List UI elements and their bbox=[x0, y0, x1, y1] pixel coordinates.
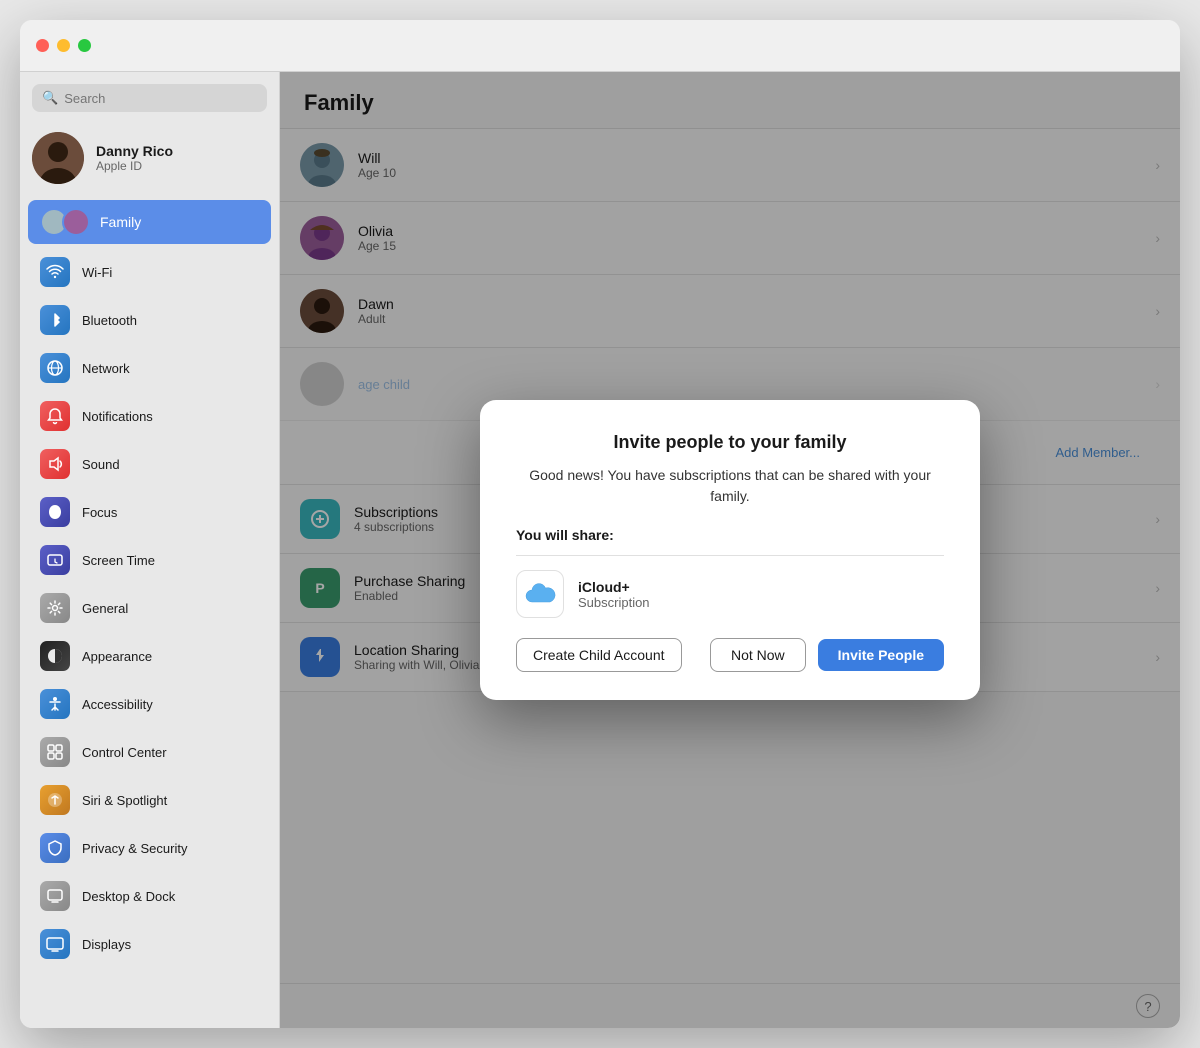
modal-title: Invite people to your family bbox=[516, 432, 944, 453]
sidebar-item-siri-label: Siri & Spotlight bbox=[82, 793, 167, 808]
sidebar-item-screentime[interactable]: Screen Time bbox=[28, 537, 271, 583]
search-icon: 🔍 bbox=[42, 90, 58, 106]
not-now-button[interactable]: Not Now bbox=[710, 638, 806, 672]
modal-share-label: You will share: bbox=[516, 527, 944, 543]
modal-divider bbox=[516, 555, 944, 556]
sidebar-item-accessibility-label: Accessibility bbox=[82, 697, 153, 712]
privacy-icon bbox=[40, 833, 70, 863]
minimize-button[interactable] bbox=[57, 39, 70, 52]
displays-icon bbox=[40, 929, 70, 959]
title-bar bbox=[20, 20, 1180, 72]
traffic-lights bbox=[36, 39, 91, 52]
controlcenter-icon bbox=[40, 737, 70, 767]
desktop-icon bbox=[40, 881, 70, 911]
main-window: 🔍 Danny Rico Apple ID bbox=[20, 20, 1180, 1028]
icloud-icon bbox=[516, 570, 564, 618]
modal-actions: Create Child Account Not Now Invite Peop… bbox=[516, 638, 944, 672]
sidebar-item-focus-label: Focus bbox=[82, 505, 117, 520]
sidebar-item-general[interactable]: General bbox=[28, 585, 271, 631]
search-input[interactable] bbox=[64, 91, 257, 106]
sidebar-item-privacy-label: Privacy & Security bbox=[82, 841, 187, 856]
sidebar-item-privacy[interactable]: Privacy & Security bbox=[28, 825, 271, 871]
sidebar-item-desktop-label: Desktop & Dock bbox=[82, 889, 175, 904]
sidebar: 🔍 Danny Rico Apple ID bbox=[20, 72, 280, 1028]
avatar bbox=[32, 132, 84, 184]
siri-icon bbox=[40, 785, 70, 815]
sidebar-item-focus[interactable]: Focus bbox=[28, 489, 271, 535]
notifications-icon bbox=[40, 401, 70, 431]
sidebar-item-controlcenter-label: Control Center bbox=[82, 745, 167, 760]
sidebar-item-screentime-label: Screen Time bbox=[82, 553, 155, 568]
sidebar-item-wifi[interactable]: Wi-Fi bbox=[28, 249, 271, 295]
user-profile[interactable]: Danny Rico Apple ID bbox=[20, 124, 279, 192]
sidebar-item-displays[interactable]: Displays bbox=[28, 921, 271, 967]
sidebar-item-bluetooth-label: Bluetooth bbox=[82, 313, 137, 328]
accessibility-icon bbox=[40, 689, 70, 719]
family-avatar-stack bbox=[40, 208, 90, 236]
share-item-info: iCloud+ Subscription bbox=[578, 579, 650, 610]
bluetooth-icon bbox=[40, 305, 70, 335]
create-child-account-button[interactable]: Create Child Account bbox=[516, 638, 682, 672]
network-icon bbox=[40, 353, 70, 383]
user-info: Danny Rico Apple ID bbox=[96, 143, 173, 173]
maximize-button[interactable] bbox=[78, 39, 91, 52]
share-item-name: iCloud+ bbox=[578, 579, 650, 595]
content-area: Family Will Age 10 › bbox=[280, 72, 1180, 1028]
sidebar-item-network-label: Network bbox=[82, 361, 130, 376]
sidebar-item-sound-label: Sound bbox=[82, 457, 120, 472]
focus-icon bbox=[40, 497, 70, 527]
general-icon bbox=[40, 593, 70, 623]
sidebar-item-accessibility[interactable]: Accessibility bbox=[28, 681, 271, 727]
share-item-type: Subscription bbox=[578, 595, 650, 610]
user-name: Danny Rico bbox=[96, 143, 173, 159]
sidebar-item-desktop[interactable]: Desktop & Dock bbox=[28, 873, 271, 919]
sidebar-item-notifications[interactable]: Notifications bbox=[28, 393, 271, 439]
appearance-icon bbox=[40, 641, 70, 671]
sidebar-item-appearance-label: Appearance bbox=[82, 649, 152, 664]
sidebar-item-general-label: General bbox=[82, 601, 128, 616]
sidebar-item-network[interactable]: Network bbox=[28, 345, 271, 391]
modal-overlay: Invite people to your family Good news! … bbox=[280, 72, 1180, 1028]
sidebar-item-controlcenter[interactable]: Control Center bbox=[28, 729, 271, 775]
sidebar-item-sound[interactable]: Sound bbox=[28, 441, 271, 487]
wifi-icon bbox=[40, 257, 70, 287]
modal-share-item: iCloud+ Subscription bbox=[516, 570, 944, 618]
sidebar-item-siri[interactable]: Siri & Spotlight bbox=[28, 777, 271, 823]
sound-icon bbox=[40, 449, 70, 479]
family-label: Family bbox=[100, 214, 141, 230]
search-container: 🔍 bbox=[20, 84, 279, 124]
sidebar-item-appearance[interactable]: Appearance bbox=[28, 633, 271, 679]
family-avatar-2 bbox=[62, 208, 90, 236]
close-button[interactable] bbox=[36, 39, 49, 52]
search-box[interactable]: 🔍 bbox=[32, 84, 267, 112]
user-subtitle: Apple ID bbox=[96, 159, 173, 173]
sidebar-item-bluetooth[interactable]: Bluetooth bbox=[28, 297, 271, 343]
screentime-icon bbox=[40, 545, 70, 575]
sidebar-item-family[interactable]: Family bbox=[28, 200, 271, 244]
modal-body-text: Good news! You have subscriptions that c… bbox=[516, 465, 944, 507]
invite-people-button[interactable]: Invite People bbox=[818, 639, 944, 671]
sidebar-item-notifications-label: Notifications bbox=[82, 409, 153, 424]
modal-dialog: Invite people to your family Good news! … bbox=[480, 400, 980, 700]
sidebar-item-wifi-label: Wi-Fi bbox=[82, 265, 112, 280]
main-layout: 🔍 Danny Rico Apple ID bbox=[20, 72, 1180, 1028]
sidebar-item-displays-label: Displays bbox=[82, 937, 131, 952]
